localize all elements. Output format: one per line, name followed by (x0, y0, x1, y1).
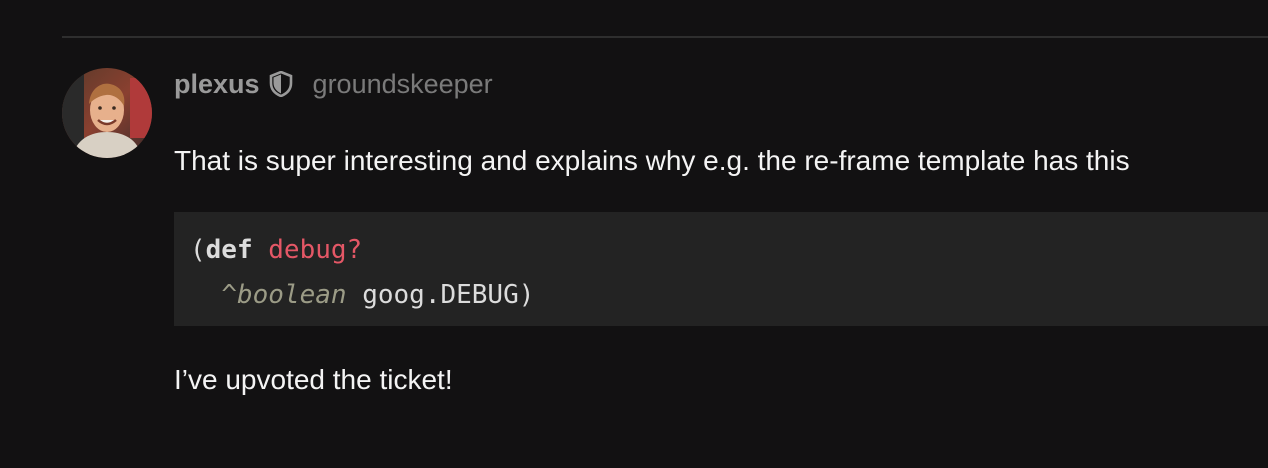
code-line-1: (def debug? (190, 235, 362, 265)
post-paragraph: I’ve upvoted the ticket! (174, 364, 453, 395)
code-close-paren: ) (518, 280, 535, 310)
code-open-paren: ( (190, 235, 206, 265)
code-line-2: ^boolean goog.DEBUG) (190, 280, 534, 310)
user-title: groundskeeper (312, 68, 493, 99)
post-body: plexus groundskeeper That is super inter… (174, 64, 1268, 395)
code-keyword: def (205, 235, 253, 265)
shield-icon (269, 71, 293, 97)
avatar[interactable] (62, 68, 152, 158)
code-value: goog.DEBUG (362, 280, 519, 310)
topic-post: plexus groundskeeper That is super inter… (0, 0, 1268, 468)
code-symbol: debug? (268, 235, 363, 265)
code-type-hint: ^boolean (221, 280, 347, 310)
username[interactable]: plexus (174, 69, 260, 100)
post-paragraph: That is super interesting and explains w… (174, 145, 1130, 176)
post-divider (62, 36, 1268, 38)
post-meta: plexus groundskeeper (174, 64, 1268, 104)
avatar-image (62, 68, 152, 158)
code-block: (def debug? ^boolean goog.DEBUG) (174, 212, 1268, 326)
